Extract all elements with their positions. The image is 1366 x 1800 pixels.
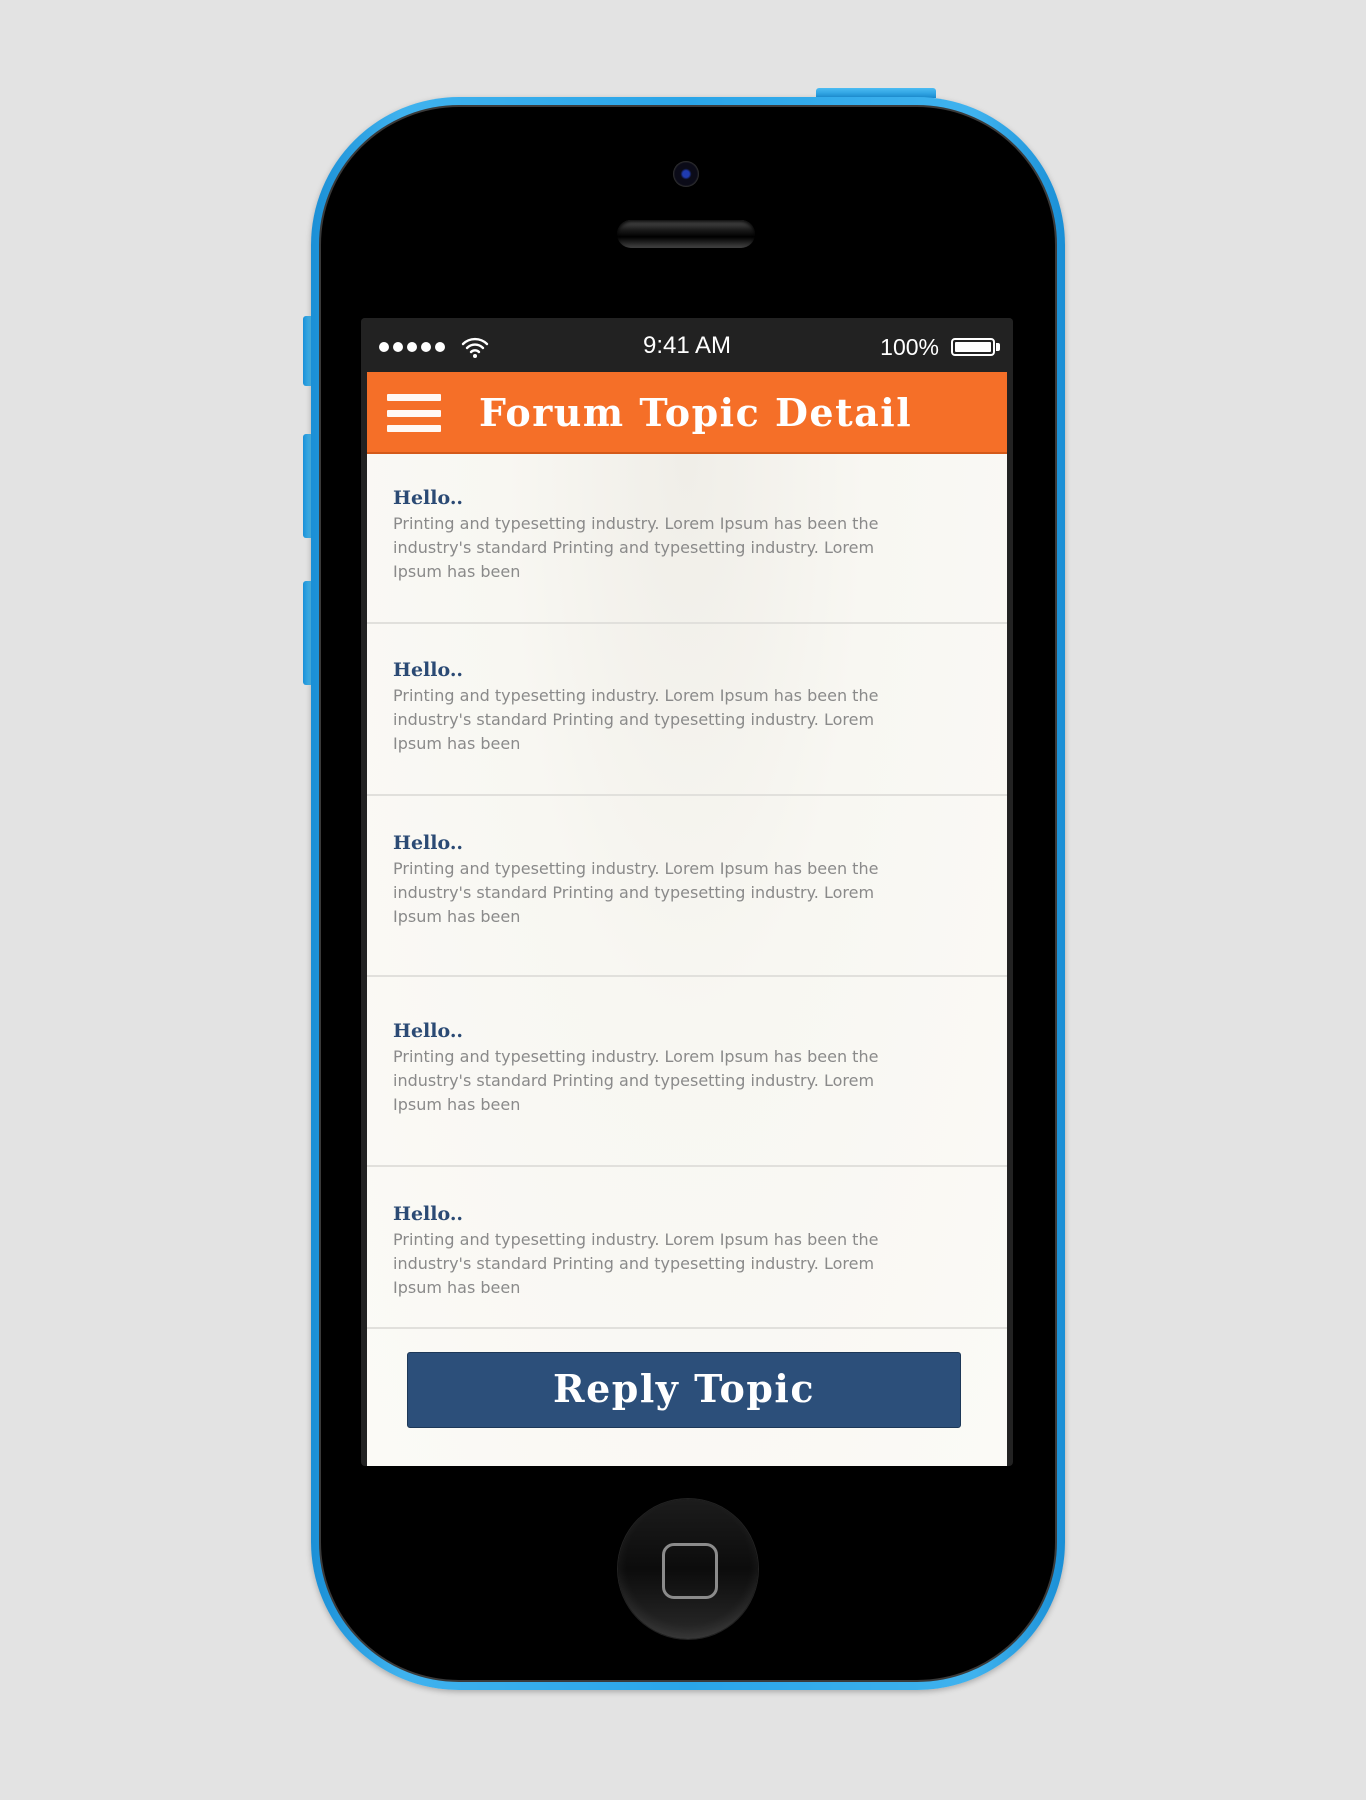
app-header: Forum Topic Detail [367, 372, 1007, 454]
phone-screen: 9:41 AM 100% Forum Topic Detail Hello.. … [361, 318, 1013, 1466]
list-item[interactable]: Hello.. Printing and typesetting industr… [367, 454, 1007, 624]
front-camera [673, 161, 699, 187]
post-body: Printing and typesetting industry. Lorem… [393, 1230, 879, 1297]
volume-down-button [303, 581, 311, 685]
battery-icon [951, 338, 995, 356]
post-body: Printing and typesetting industry. Lorem… [393, 686, 879, 753]
battery-tip [996, 343, 1000, 351]
post-title: Hello.. [393, 659, 464, 681]
list-item[interactable]: Hello.. Printing and typesetting industr… [367, 1167, 1007, 1329]
battery-percent: 100% [880, 334, 939, 360]
list-item[interactable]: Hello.. Printing and typesetting industr… [367, 977, 1007, 1167]
post-title: Hello.. [393, 1203, 464, 1225]
list-item[interactable]: Hello.. Printing and typesetting industr… [367, 624, 1007, 796]
topic-post-list: Hello.. Printing and typesetting industr… [367, 454, 1007, 1466]
mute-switch [303, 316, 311, 386]
post-title: Hello.. [393, 1020, 464, 1042]
list-item[interactable]: Hello.. Printing and typesetting industr… [367, 796, 1007, 977]
post-body: Printing and typesetting industry. Lorem… [393, 514, 879, 581]
post-body: Printing and typesetting industry. Lorem… [393, 1047, 879, 1114]
post-body: Printing and typesetting industry. Lorem… [393, 859, 879, 926]
post-title: Hello.. [393, 487, 464, 509]
earpiece-speaker [617, 220, 755, 248]
hamburger-menu-icon[interactable] [387, 394, 441, 432]
home-square-icon [662, 1543, 718, 1599]
post-title: Hello.. [393, 832, 464, 854]
page-title: Forum Topic Detail [479, 390, 913, 435]
volume-up-button [303, 434, 311, 538]
status-bar: 9:41 AM 100% [361, 318, 1013, 372]
home-button[interactable] [618, 1499, 758, 1639]
mockup-stage: 9:41 AM 100% Forum Topic Detail Hello.. … [0, 0, 1366, 1800]
reply-topic-button[interactable]: Reply Topic [407, 1352, 961, 1428]
